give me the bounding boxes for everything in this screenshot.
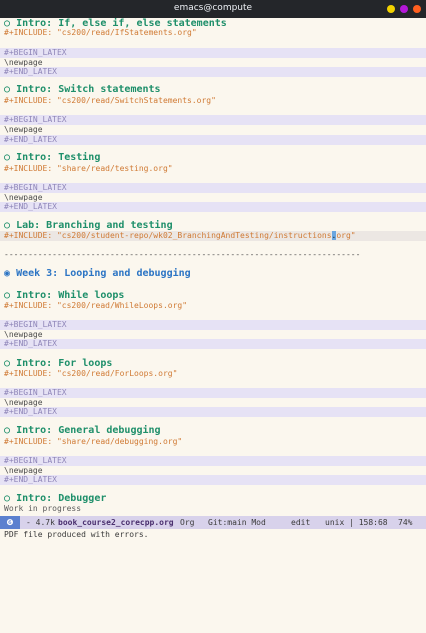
end-latex-line[interactable]: #+END_LATEX [0, 475, 426, 485]
encoding-position: unix | 158:68 [325, 518, 388, 527]
newpage-line[interactable]: \newpage [0, 125, 426, 135]
heading-text: Intro: Debugger [16, 493, 107, 504]
heading-text: Lab: Branching and testing [16, 220, 173, 231]
begin-latex-line[interactable]: #+BEGIN_LATEX [0, 456, 426, 466]
begin-latex-line[interactable]: #+BEGIN_LATEX [0, 320, 426, 330]
editor-buffer[interactable]: ○ Intro: If, else if, else statements #+… [0, 18, 426, 516]
org-heading[interactable]: ○ Intro: Testing [0, 152, 426, 164]
close-button[interactable] [413, 5, 421, 13]
heading-text: Intro: For loops [16, 358, 113, 369]
end-latex-line[interactable]: #+END_LATEX [0, 67, 426, 77]
begin-latex-line[interactable]: #+BEGIN_LATEX [0, 115, 426, 125]
mode-line: ❻ - 4.7k book_course2_corecpp.org Org Gi… [0, 516, 426, 529]
end-latex-line[interactable]: #+END_LATEX [0, 339, 426, 349]
begin-latex-line[interactable]: #+BEGIN_LATEX [0, 183, 426, 193]
week-bullet-icon: ◉ [4, 268, 11, 279]
heading-text: Intro: While loops [16, 290, 125, 301]
window-number-badge: ❻ [0, 516, 20, 529]
heading-bullet-icon: ○ [4, 493, 11, 504]
begin-latex-line[interactable]: #+BEGIN_LATEX [0, 48, 426, 58]
end-latex-line[interactable]: #+END_LATEX [0, 202, 426, 212]
include-line[interactable]: #+INCLUDE: "cs200/read/ForLoops.org" [0, 369, 426, 379]
end-latex-line[interactable]: #+END_LATEX [0, 135, 426, 145]
minibuffer[interactable]: PDF file produced with errors. [0, 529, 426, 541]
title-bar: emacs@compute [0, 0, 426, 18]
heading-bullet-icon: ○ [4, 290, 11, 301]
heading-bullet-icon: ○ [4, 358, 11, 369]
divider-line[interactable]: ----------------------------------------… [0, 250, 426, 260]
include-line[interactable]: #+INCLUDE: "cs200/read/WhileLoops.org" [0, 301, 426, 311]
vcs-status[interactable]: Git:main Mod [208, 516, 266, 529]
heading-bullet-icon: ○ [4, 152, 11, 163]
current-line[interactable]: #+INCLUDE: "cs200/student-repo/wk02_Bran… [0, 231, 426, 241]
include-line[interactable]: #+INCLUDE: "share/read/testing.org" [0, 164, 426, 174]
scroll-percent: 74% [398, 518, 413, 527]
edit-state: edit [291, 518, 311, 527]
include-text: #+INCLUDE: "cs200/student-repo/wk02_Bran… [4, 231, 332, 240]
end-latex-line[interactable]: #+END_LATEX [0, 407, 426, 417]
heading-text: Intro: General debugging [16, 425, 161, 436]
major-mode[interactable]: Org [180, 516, 194, 529]
heading-bullet-icon: ○ [4, 84, 11, 95]
org-heading[interactable]: ○ Intro: General debugging [0, 425, 426, 437]
org-heading[interactable]: ○ Intro: Switch statements [0, 84, 426, 96]
heading-text: Intro: Switch statements [16, 84, 161, 95]
heading-bullet-icon: ○ [4, 425, 11, 436]
heading-bullet-icon: ○ [4, 220, 11, 231]
begin-latex-line[interactable]: #+BEGIN_LATEX [0, 388, 426, 398]
include-line[interactable]: #+INCLUDE: "cs200/read/SwitchStatements.… [0, 96, 426, 106]
week-heading[interactable]: ◉ Week 3: Looping and debugging [0, 268, 426, 280]
window-title: emacs@compute [173, 3, 253, 13]
include-line[interactable]: #+INCLUDE: "cs200/read/IfStatements.org" [0, 28, 426, 38]
buffer-name[interactable]: book_course2_corecpp.org [58, 516, 174, 529]
buffer-size: - 4.7k [26, 518, 55, 527]
include-text-tail: org" [336, 231, 356, 240]
heading-text: Intro: Testing [16, 152, 101, 163]
week-heading-text: Week 3: Looping and debugging [16, 268, 191, 279]
body-text[interactable]: Work in progress [0, 504, 426, 514]
maximize-button[interactable] [400, 5, 408, 13]
include-line[interactable]: #+INCLUDE: "share/read/debugging.org" [0, 437, 426, 447]
minimize-button[interactable] [387, 5, 395, 13]
